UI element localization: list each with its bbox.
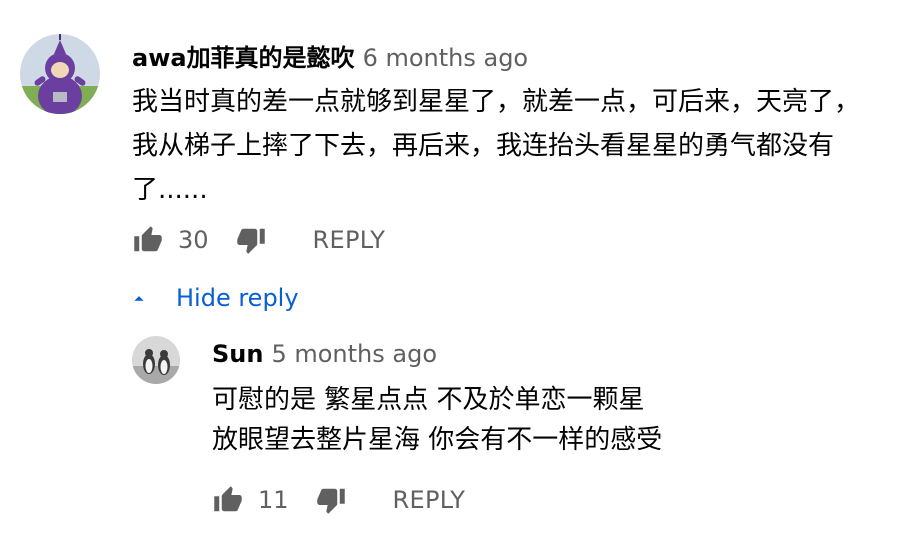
reply-text: 可慰的是 繁星点点 不及於单恋一颗星 放眼望去整片星海 你会有不一样的感受 xyxy=(212,380,662,460)
reply-actions: 11 REPLY xyxy=(212,480,465,520)
penguins-avatar-icon xyxy=(132,336,180,384)
comment-text: 我当时真的差一点就够到星星了，就差一点，可后来，天亮了， 我从梯子上摔了下去，再… xyxy=(132,80,860,212)
reply-avatar[interactable] xyxy=(132,336,180,384)
hide-reply-button[interactable]: Hide reply xyxy=(128,278,299,318)
thumbs-down-icon[interactable] xyxy=(315,484,347,516)
comment-text-line: 我从梯子上摔了下去，再后来，我连抬头看星星的勇气都没有 xyxy=(132,131,835,161)
reply-timestamp[interactable]: 5 months ago xyxy=(271,340,437,368)
thumbs-down-icon[interactable] xyxy=(235,224,267,256)
reply-author[interactable]: Sun xyxy=(212,340,263,368)
like-count: 30 xyxy=(178,226,209,254)
thumbs-up-icon[interactable] xyxy=(132,224,164,256)
reply-button[interactable]: REPLY xyxy=(313,226,386,254)
caret-up-icon xyxy=(134,296,144,301)
comment-avatar[interactable] xyxy=(20,34,100,114)
like-count: 11 xyxy=(258,486,289,514)
reply-button[interactable]: REPLY xyxy=(393,486,466,514)
reply-text-line: 放眼望去整片星海 你会有不一样的感受 xyxy=(212,425,663,455)
comment-timestamp[interactable]: 6 months ago xyxy=(363,44,529,72)
hide-reply-label: Hide reply xyxy=(176,284,299,312)
thumbs-up-icon[interactable] xyxy=(212,484,244,516)
comment-actions: 30 REPLY xyxy=(132,220,385,260)
comment-text-line: 我当时真的差一点就够到星星了，就差一点，可后来，天亮了， xyxy=(132,87,861,117)
comment-thread: awa加菲真的是懿吹 6 months ago 我当时真的差一点就够到星星了，就… xyxy=(0,0,924,552)
comment-text-line: 了...... xyxy=(132,175,208,205)
reply-text-line: 可慰的是 繁星点点 不及於单恋一颗星 xyxy=(212,385,645,415)
reply-header: Sun 5 months ago xyxy=(212,340,437,368)
teletubby-avatar-icon xyxy=(20,34,100,114)
comment-author[interactable]: awa加菲真的是懿吹 xyxy=(132,38,355,73)
comment-header: awa加菲真的是懿吹 6 months ago xyxy=(132,38,528,73)
